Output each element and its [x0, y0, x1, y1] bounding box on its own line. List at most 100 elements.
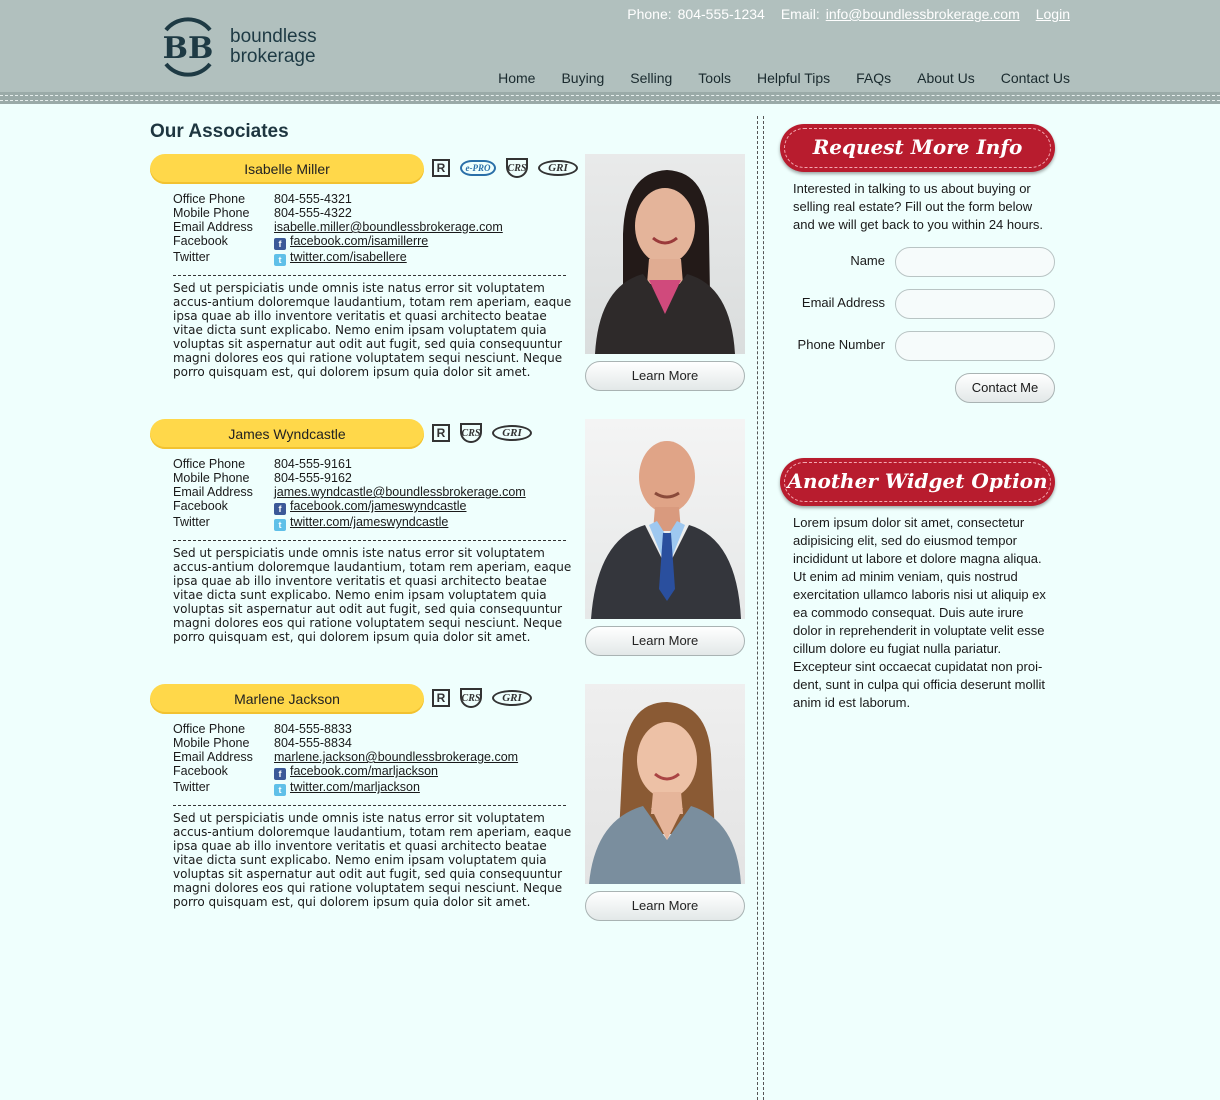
site-header: BB boundless brokerage Phone: 804-555-12…: [0, 0, 1220, 104]
associate-contacts: Office Phone 804-555-9161 Mobile Phone 804…: [173, 457, 526, 531]
nav-home[interactable]: Home: [498, 70, 535, 86]
logo-line-1: boundless: [230, 26, 317, 47]
mobile-phone: 804-555-8834: [274, 736, 352, 750]
associate-contacts: Office Phone 804-555-4321 Mobile Phone 804…: [173, 192, 503, 266]
email-label: Email:: [780, 6, 820, 22]
dashed-divider: [173, 275, 566, 276]
request-info-header: Request More Info: [780, 124, 1055, 172]
associate-contacts: Office Phone 804-555-8833 Mobile Phone 804…: [173, 722, 518, 796]
name-label: Name: [850, 253, 885, 268]
nav-helpful-tips[interactable]: Helpful Tips: [757, 70, 830, 86]
name-field[interactable]: [895, 247, 1055, 277]
mobile-phone-label: Mobile Phone: [173, 471, 250, 485]
associate-twitter-link[interactable]: twitter.com/marljackson: [290, 780, 420, 794]
logo-text: boundless brokerage: [230, 27, 317, 67]
designation-badges: R CRS GRI: [432, 423, 532, 443]
widget-option-text: Lorem ipsum dolor sit amet, consectetur …: [793, 515, 1046, 710]
crs-badge-icon: CRS: [460, 688, 482, 708]
associate-photo: [585, 419, 745, 619]
associate-photo: [585, 684, 745, 884]
twitter-icon: t: [274, 254, 286, 266]
gri-badge-icon: GRI: [492, 690, 532, 706]
associate-card: James Wyndcastle R CRS GRI Office Phone 8…: [150, 419, 750, 659]
login-link[interactable]: Login: [1036, 6, 1070, 22]
logo-mark-icon: BB: [156, 16, 220, 78]
email-address-label: Email Address: [173, 220, 253, 234]
email-row: Email Address: [780, 289, 1055, 319]
header-email-link[interactable]: info@boundlessbrokerage.com: [826, 6, 1020, 22]
facebook-icon: f: [274, 238, 286, 250]
mobile-phone-label: Mobile Phone: [173, 206, 250, 220]
associate-facebook-link[interactable]: facebook.com/jameswyndcastle: [290, 499, 466, 513]
associate-name: Marlene Jackson: [150, 684, 424, 714]
email-field[interactable]: [895, 289, 1055, 319]
nav-faqs[interactable]: FAQs: [856, 70, 891, 86]
mobile-phone-label: Mobile Phone: [173, 736, 250, 750]
page-title: Our Associates: [150, 121, 289, 142]
logo-mark-text: BB: [163, 31, 214, 66]
office-phone-label: Office Phone: [173, 192, 246, 206]
associate-email-link[interactable]: james.wyndcastle@boundlessbrokerage.com: [274, 485, 526, 499]
facebook-icon: f: [274, 503, 286, 515]
facebook-label: Facebook: [173, 499, 228, 513]
realtor-badge-icon: R: [432, 689, 450, 707]
associate-email-link[interactable]: marlene.jackson@boundlessbrokerage.com: [274, 750, 518, 764]
associate-bio: Sed ut perspiciatis unde omnis iste natu…: [173, 281, 572, 379]
request-info-title: Request More Info: [812, 135, 1023, 159]
twitter-label: Twitter: [173, 780, 210, 794]
name-row: Name: [780, 247, 1055, 277]
logo-line-2: brokerage: [230, 46, 316, 67]
request-info-intro: Interested in talking to us about buying…: [793, 181, 1044, 232]
column-divider: [757, 116, 764, 1100]
learn-more-button[interactable]: Learn More: [585, 891, 745, 921]
gri-badge-icon: GRI: [538, 160, 578, 176]
associate-card: Isabelle Miller R e-PRO CRS GRI Office P…: [150, 154, 750, 394]
email-label: Email Address: [801, 295, 885, 310]
twitter-icon: t: [274, 519, 286, 531]
epro-badge-icon: e-PRO: [460, 160, 496, 176]
crs-badge-icon: CRS: [506, 158, 528, 178]
office-phone-label: Office Phone: [173, 722, 246, 736]
associate-twitter-link[interactable]: twitter.com/jameswyndcastle: [290, 515, 448, 529]
associate-name: Isabelle Miller: [150, 154, 424, 184]
contact-me-button[interactable]: Contact Me: [955, 373, 1055, 403]
learn-more-button[interactable]: Learn More: [585, 626, 745, 656]
associate-card: Marlene Jackson R CRS GRI Office Phone 80…: [150, 684, 750, 924]
nav-contact-us[interactable]: Contact Us: [1001, 70, 1070, 86]
mobile-phone: 804-555-4322: [274, 206, 352, 220]
associate-bio: Sed ut perspiciatis unde omnis iste natu…: [173, 546, 572, 644]
phone-label: Phone:: [627, 6, 672, 22]
email-address-label: Email Address: [173, 750, 253, 764]
learn-more-button[interactable]: Learn More: [585, 361, 745, 391]
office-phone: 804-555-8833: [274, 722, 352, 736]
gri-badge-icon: GRI: [492, 425, 532, 441]
office-phone: 804-555-4321: [274, 192, 352, 206]
twitter-label: Twitter: [173, 250, 210, 264]
office-phone: 804-555-9161: [274, 457, 352, 471]
mobile-phone: 804-555-9162: [274, 471, 352, 485]
associate-twitter-link[interactable]: twitter.com/isabellere: [290, 250, 407, 264]
realtor-badge-icon: R: [432, 424, 450, 442]
associate-facebook-link[interactable]: facebook.com/marljackson: [290, 764, 438, 778]
associate-facebook-link[interactable]: facebook.com/isamillerre: [290, 234, 428, 248]
widget-option-title: Another Widget Option: [787, 469, 1048, 493]
header-contact-bar: Phone: 804-555-1234 Email: info@boundles…: [627, 6, 1070, 22]
dashed-divider: [173, 805, 566, 806]
office-phone-label: Office Phone: [173, 457, 246, 471]
designation-badges: R e-PRO CRS GRI: [432, 158, 578, 178]
phone-field[interactable]: [895, 331, 1055, 361]
associate-email-link[interactable]: isabelle.miller@boundlessbrokerage.com: [274, 220, 503, 234]
header-stitch-divider: [0, 92, 1220, 104]
phone-row: Phone Number: [780, 331, 1055, 361]
nav-buying[interactable]: Buying: [561, 70, 604, 86]
associate-bio: Sed ut perspiciatis unde omnis iste natu…: [173, 811, 572, 909]
designation-badges: R CRS GRI: [432, 688, 532, 708]
facebook-label: Facebook: [173, 234, 228, 248]
associate-photo: [585, 154, 745, 354]
nav-about-us[interactable]: About Us: [917, 70, 975, 86]
twitter-icon: t: [274, 784, 286, 796]
nav-selling[interactable]: Selling: [630, 70, 672, 86]
realtor-badge-icon: R: [432, 159, 450, 177]
logo[interactable]: BB boundless brokerage: [156, 16, 326, 78]
nav-tools[interactable]: Tools: [698, 70, 731, 86]
